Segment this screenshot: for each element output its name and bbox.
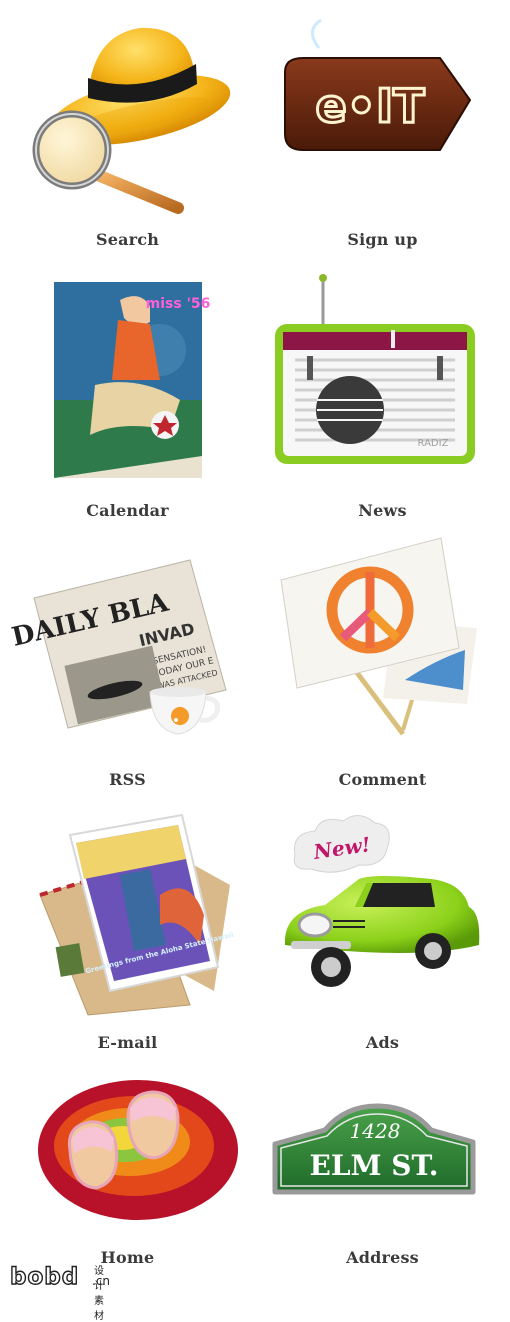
icon-tile-news[interactable]: RADIZ News xyxy=(255,260,510,520)
news-label: News xyxy=(358,501,407,520)
ads-label: Ads xyxy=(365,1033,400,1052)
postcard-envelope-icon: Greetings from the Aloha State Hawaii xyxy=(39,813,235,1016)
street-name-text: ELM ST. xyxy=(310,1149,439,1182)
icon-tile-email[interactable]: Greetings from the Aloha State Hawaii E-… xyxy=(0,795,255,1055)
icon-tile-comment[interactable]: Comment xyxy=(255,530,510,790)
icon-tile-calendar[interactable]: miss '56 Calendar xyxy=(0,260,255,520)
hat-magnifier-icon xyxy=(32,27,231,214)
signup-label: Sign up xyxy=(347,230,418,249)
icon-tile-address[interactable]: 1428 ELM ST. Address xyxy=(255,1060,510,1320)
watermark-domain: .cn xyxy=(92,1274,111,1288)
watermark-subtitle: 设计素材 xyxy=(94,1266,104,1322)
radio-icon: RADIZ xyxy=(275,274,475,464)
green-car-icon: New! xyxy=(284,815,480,987)
email-label: E-mail xyxy=(97,1033,158,1052)
neon-sign-icon: e•IT xyxy=(284,18,472,151)
pinup-calendar-icon: miss '56 xyxy=(54,282,211,478)
calendar-label: Calendar xyxy=(86,501,169,520)
peace-sign-board-icon xyxy=(280,537,477,736)
street-number-text: 1428 xyxy=(350,1119,401,1143)
watermark-brand: bobd xyxy=(9,1263,80,1290)
icon-tile-ads[interactable]: New! Ads xyxy=(255,795,510,1055)
neon-text: e•IT xyxy=(315,79,425,133)
watermark-logo: bobd 设计素材 .cn xyxy=(9,1263,110,1322)
newspaper-cup-icon: DAILY BLA INVAD SENSATION! TODAY OUR E W… xyxy=(9,559,227,735)
icon-tile-signup[interactable]: e•IT Sign up xyxy=(255,0,510,260)
radio-brand-text: RADIZ xyxy=(418,438,449,449)
address-label: Address xyxy=(346,1248,419,1267)
comment-label: Comment xyxy=(338,770,427,789)
calendar-stamp-text: miss '56 xyxy=(146,296,211,312)
search-label: Search xyxy=(95,230,160,249)
icon-tile-rss[interactable]: DAILY BLA INVAD SENSATION! TODAY OUR E W… xyxy=(0,530,255,790)
icon-tile-search[interactable]: Search xyxy=(0,0,255,260)
rss-label: RSS xyxy=(109,770,146,789)
